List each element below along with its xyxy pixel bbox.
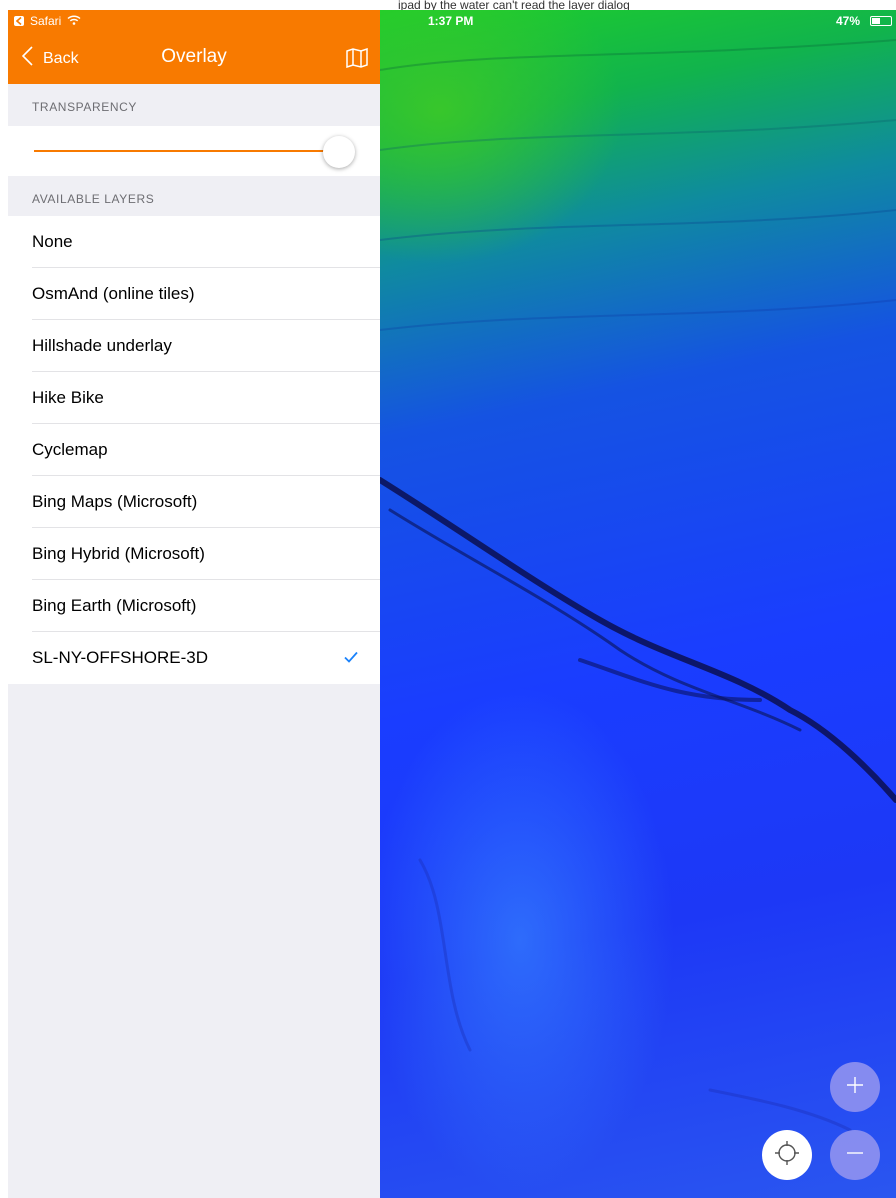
map-icon[interactable]	[346, 47, 368, 73]
layer-label: Hike Bike	[32, 388, 104, 407]
locate-button[interactable]	[762, 1130, 812, 1180]
layer-row[interactable]: Bing Hybrid (Microsoft)	[8, 528, 380, 580]
back-app-label[interactable]: Safari	[30, 14, 61, 28]
location-crosshair-icon	[774, 1140, 800, 1171]
layer-row[interactable]: Hillshade underlay	[8, 320, 380, 372]
layer-label: Bing Maps (Microsoft)	[32, 492, 198, 511]
nav-title: Overlay	[161, 46, 227, 67]
layer-row[interactable]: OsmAnd (online tiles)	[8, 268, 380, 320]
battery-fill	[872, 18, 880, 24]
layer-label: Cyclemap	[32, 440, 108, 459]
status-time: 1:37 PM	[428, 14, 474, 28]
battery-icon	[870, 16, 892, 26]
back-to-app-icon[interactable]	[14, 16, 24, 26]
page-caption: ipad by the water can't read the layer d…	[398, 0, 630, 10]
transparency-slider[interactable]	[8, 126, 380, 176]
terrain-ridges	[380, 39, 896, 1132]
layer-row[interactable]: Bing Earth (Microsoft)	[8, 580, 380, 632]
layer-row[interactable]: None	[8, 216, 380, 268]
layer-label: Hillshade underlay	[32, 336, 172, 355]
layer-label: Bing Earth (Microsoft)	[32, 596, 197, 615]
slider-track[interactable]	[34, 150, 330, 152]
plus-icon	[846, 1076, 864, 1099]
checkmark-icon	[344, 648, 358, 668]
zoom-in-button[interactable]	[830, 1062, 880, 1112]
zoom-out-button[interactable]	[830, 1130, 880, 1180]
left-edge	[0, 10, 8, 1198]
available-layers-header: AVAILABLE LAYERS	[32, 192, 155, 206]
wifi-icon	[67, 14, 81, 28]
layer-label: SL-NY-OFFSHORE-3D	[32, 648, 209, 667]
slider-thumb[interactable]	[323, 136, 355, 168]
minus-icon	[846, 1144, 864, 1167]
layer-row-selected[interactable]: SL-NY-OFFSHORE-3D	[8, 632, 380, 684]
map-view[interactable]	[380, 10, 896, 1198]
status-bar-left: Safari	[8, 10, 380, 32]
transparency-header: TRANSPARENCY	[32, 100, 137, 114]
status-bar-right: 1:37 PM 47%	[380, 10, 896, 32]
battery-percent: 47%	[835, 14, 860, 28]
layer-label: OsmAnd (online tiles)	[32, 284, 195, 303]
layer-label: Bing Hybrid (Microsoft)	[32, 544, 205, 563]
layer-label: None	[32, 232, 73, 251]
layer-row[interactable]: Bing Maps (Microsoft)	[8, 476, 380, 528]
layer-row[interactable]: Hike Bike	[8, 372, 380, 424]
layers-list: None OsmAnd (online tiles) Hillshade und…	[8, 216, 380, 684]
layer-row[interactable]: Cyclemap	[8, 424, 380, 476]
